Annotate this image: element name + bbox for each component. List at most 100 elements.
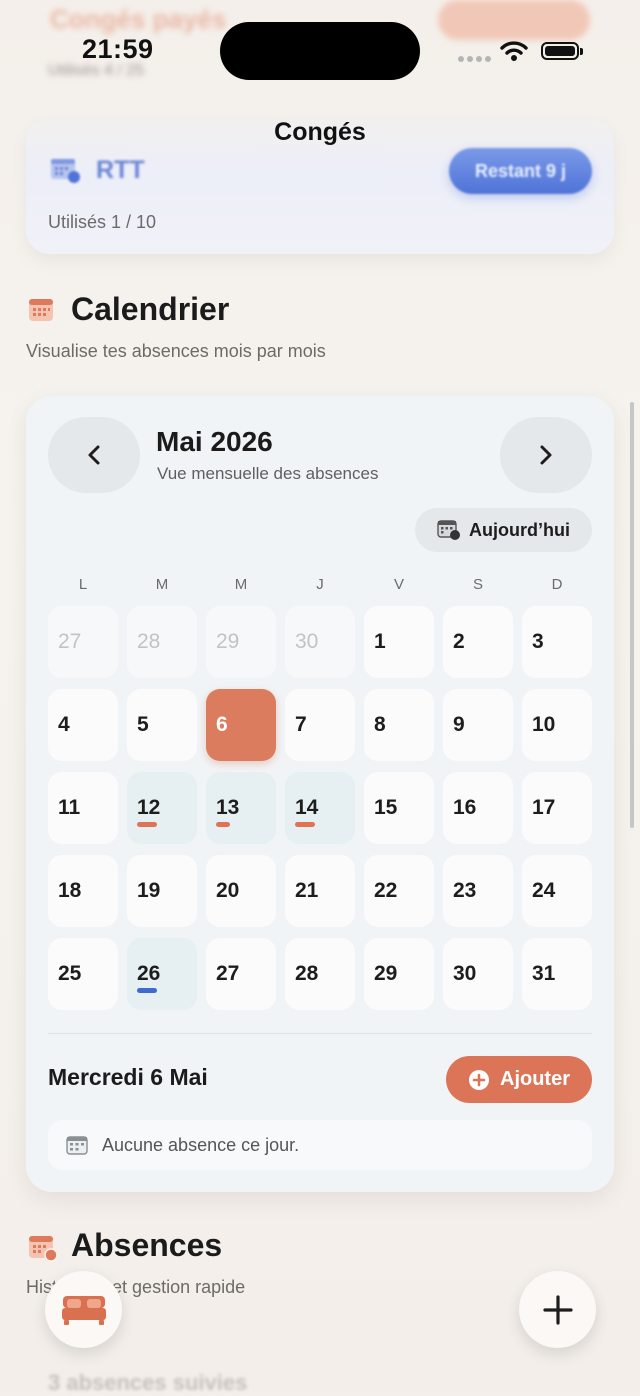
calendar-day-number: 2 xyxy=(453,630,465,653)
weekday-label: D xyxy=(551,576,563,593)
calendar-day[interactable]: 27 xyxy=(48,606,118,678)
calendar-day[interactable]: 29 xyxy=(364,938,434,1010)
calendar-day[interactable]: 28 xyxy=(285,938,355,1010)
new-absence-button[interactable] xyxy=(519,1271,596,1348)
calendar-day-number: 10 xyxy=(532,713,556,736)
calendar-day-number: 13 xyxy=(216,796,240,819)
calendar-day[interactable]: 22 xyxy=(364,855,434,927)
calendar-day[interactable]: 19 xyxy=(127,855,197,927)
calendar-day[interactable]: 30 xyxy=(443,938,513,1010)
calendar-day-number: 1 xyxy=(374,630,386,653)
calendar-day[interactable]: 28 xyxy=(127,606,197,678)
background-remaining-pill xyxy=(438,0,590,40)
calendar-day[interactable]: 15 xyxy=(364,772,434,844)
wifi-icon xyxy=(500,40,528,67)
calendar-day[interactable]: 12 xyxy=(127,772,197,844)
calendar-section-title: Calendrier xyxy=(71,291,230,327)
calendar-day[interactable]: 30 xyxy=(285,606,355,678)
today-button[interactable]: Aujourd’hui xyxy=(415,508,592,552)
calendar-day[interactable]: 29 xyxy=(206,606,276,678)
calendar-day-number: 29 xyxy=(374,962,398,985)
month-subtitle: Vue mensuelle des absences xyxy=(157,464,379,483)
empty-day-message: Aucune absence ce jour. xyxy=(48,1120,592,1170)
calendar-day[interactable]: 20 xyxy=(206,855,276,927)
calendar-day-number: 15 xyxy=(374,796,398,819)
weekday-label: M xyxy=(234,576,248,593)
calendar-day-number: 17 xyxy=(532,796,556,819)
absences-section-icon xyxy=(28,1234,58,1267)
calendar-day-number: 11 xyxy=(58,796,81,819)
calendar-day-number: 24 xyxy=(532,879,556,902)
calendar-day[interactable]: 31 xyxy=(522,938,592,1010)
calendar-day-number: 28 xyxy=(137,630,161,653)
absence-marker xyxy=(137,988,157,993)
calendar-day[interactable]: 26 xyxy=(127,938,197,1010)
calendar-day-number: 27 xyxy=(216,962,240,985)
calendar-day[interactable]: 25 xyxy=(48,938,118,1010)
battery-icon xyxy=(541,42,583,60)
status-time: 21:59 xyxy=(82,34,154,64)
previous-month-button[interactable] xyxy=(48,417,140,493)
calendar-day[interactable]: 16 xyxy=(443,772,513,844)
bed-button[interactable] xyxy=(45,1271,122,1348)
calendar-day-number: 22 xyxy=(374,879,398,902)
calendar-day[interactable]: 17 xyxy=(522,772,592,844)
calendar-day-number: 29 xyxy=(216,630,240,653)
calendar-day[interactable]: 5 xyxy=(127,689,197,761)
calendar-day[interactable]: 24 xyxy=(522,855,592,927)
chevron-left-icon xyxy=(88,445,100,465)
scrollbar[interactable] xyxy=(630,402,634,828)
calendar-day[interactable]: 7 xyxy=(285,689,355,761)
chevron-right-icon xyxy=(540,445,552,465)
absence-marker xyxy=(295,822,315,827)
month-title: Mai 2026 xyxy=(156,426,273,457)
calendar-day[interactable]: 2 xyxy=(443,606,513,678)
calendar-day[interactable]: 1 xyxy=(364,606,434,678)
calendar-day[interactable]: 23 xyxy=(443,855,513,927)
calendar-day-number: 18 xyxy=(58,879,82,902)
rtt-used-text: Utilisés 1 / 10 xyxy=(48,212,157,232)
weekday-label: S xyxy=(472,576,483,593)
calendar-day-number: 4 xyxy=(58,713,70,736)
page-title: Congés xyxy=(274,118,366,146)
calendar-icon xyxy=(66,1136,88,1155)
next-month-button[interactable] xyxy=(500,417,592,493)
calendar-day-number: 19 xyxy=(137,879,161,902)
calendar-day-number: 31 xyxy=(532,962,556,985)
absence-marker xyxy=(216,822,230,827)
calendar-day-number: 25 xyxy=(58,962,82,985)
calendar-day-today[interactable]: 6 xyxy=(206,689,276,761)
calendar-day[interactable]: 8 xyxy=(364,689,434,761)
calendar-day-number: 16 xyxy=(453,796,477,819)
calendar-day[interactable]: 14 xyxy=(285,772,355,844)
absence-marker xyxy=(137,822,157,827)
weekday-label: M xyxy=(155,576,169,593)
add-absence-label: Ajouter xyxy=(500,1068,570,1090)
calendar-day[interactable]: 27 xyxy=(206,938,276,1010)
calendar-day-number: 20 xyxy=(216,879,240,902)
calendar-section-subtitle: Visualise tes absences mois par mois xyxy=(26,341,326,361)
calendar-day[interactable]: 4 xyxy=(48,689,118,761)
calendar-day-number: 27 xyxy=(58,630,82,653)
divider xyxy=(48,1033,592,1034)
empty-day-text: Aucune absence ce jour. xyxy=(102,1134,300,1155)
absences-section-title: Absences xyxy=(71,1227,223,1263)
weekday-label: L xyxy=(78,576,88,593)
calendar-day[interactable]: 11 xyxy=(48,772,118,844)
calendar-day[interactable]: 13 xyxy=(206,772,276,844)
calendar-day[interactable]: 21 xyxy=(285,855,355,927)
bed-icon xyxy=(61,1295,106,1325)
calendar-day[interactable]: 3 xyxy=(522,606,592,678)
calendar-day[interactable]: 18 xyxy=(48,855,118,927)
calendar-day[interactable]: 10 xyxy=(522,689,592,761)
plus-circle-icon xyxy=(469,1069,489,1090)
rtt-label: RTT xyxy=(96,156,145,184)
calendar-day-number: 7 xyxy=(295,713,307,736)
today-label: Aujourd’hui xyxy=(469,519,570,540)
selected-date: Mercredi 6 Mai xyxy=(48,1064,208,1090)
weekday-label: V xyxy=(393,576,404,593)
plus-icon xyxy=(542,1294,573,1325)
add-absence-button[interactable]: Ajouter xyxy=(446,1056,592,1103)
calendar-badge-icon xyxy=(50,156,80,189)
calendar-day[interactable]: 9 xyxy=(443,689,513,761)
